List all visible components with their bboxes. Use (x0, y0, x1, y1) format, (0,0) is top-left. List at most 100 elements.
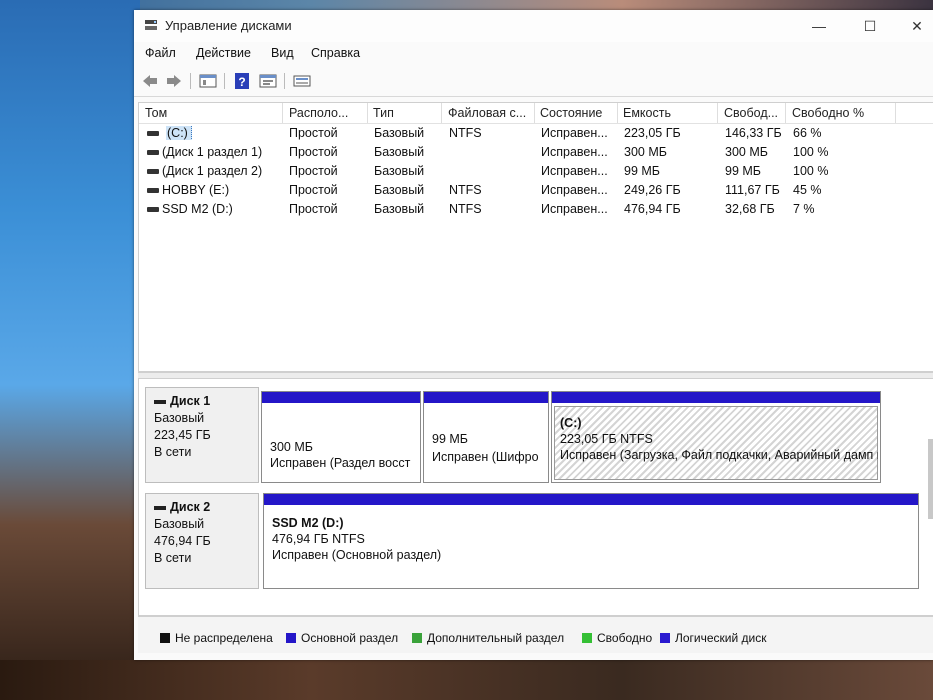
disk-1-partition-recovery[interactable]: 300 МБ Исправен (Раздел восст (261, 391, 421, 483)
close-button[interactable]: ✕ (897, 14, 933, 38)
volume-icon (147, 131, 159, 136)
percent-free-cell: 7 % (793, 202, 815, 216)
title-bar[interactable]: Управление дисками — ☐ ✕ (134, 10, 933, 42)
column-divider[interactable] (895, 103, 896, 123)
menu-view[interactable]: Вид (271, 46, 294, 60)
free-space-cell: 146,33 ГБ (725, 126, 782, 140)
legend-swatch (160, 633, 170, 643)
column-header-volume[interactable]: Том (145, 106, 281, 120)
vertical-scrollbar[interactable] (928, 439, 933, 519)
column-divider[interactable] (617, 103, 618, 123)
disk-1-partition-efi[interactable]: 99 МБ Исправен (Шифро (423, 391, 549, 483)
volume-name: (Диск 1 раздел 1) (162, 145, 263, 159)
primary-partition-bar (424, 392, 548, 403)
filesystem-cell: NTFS (449, 183, 482, 197)
legend-swatch (582, 633, 592, 643)
legend-swatch (286, 633, 296, 643)
view-list-icon[interactable] (292, 71, 312, 91)
disk-name: Диск 1 (170, 394, 211, 408)
column-header-free-space[interactable]: Свобод... (724, 106, 784, 120)
table-row[interactable]: (C:) Простой Базовый NTFS Исправен... 22… (139, 124, 933, 143)
status-cell: Исправен... (541, 202, 608, 216)
table-row[interactable]: (Диск 1 раздел 2) Простой Базовый Исправ… (139, 162, 933, 181)
type-cell: Базовый (374, 202, 425, 216)
column-header-percent-free[interactable]: Свободно % (792, 106, 892, 120)
desktop-background-bottom (0, 660, 933, 700)
capacity-cell: 223,05 ГБ (624, 126, 681, 140)
table-row[interactable]: HOBBY (E:) Простой Базовый NTFS Исправен… (139, 181, 933, 200)
legend-bar: Не распределена Основной раздел Дополнит… (138, 616, 933, 653)
column-divider[interactable] (282, 103, 283, 123)
disk-icon (154, 505, 166, 510)
partition-size: 99 МБ (432, 432, 468, 446)
maximize-button[interactable]: ☐ (850, 14, 890, 38)
volume-name: HOBBY (E:) (162, 183, 230, 197)
disk-icon (154, 399, 166, 404)
help-icon[interactable]: ? (232, 71, 252, 91)
type-cell: Базовый (374, 183, 425, 197)
minimize-button[interactable]: — (799, 14, 839, 38)
capacity-cell: 99 МБ (624, 164, 660, 178)
column-divider[interactable] (367, 103, 368, 123)
table-row[interactable]: SSD M2 (D:) Простой Базовый NTFS Исправе… (139, 200, 933, 219)
partition-status: Исправен (Шифро (432, 450, 539, 464)
disk-management-app-icon (145, 20, 157, 30)
status-cell: Исправен... (541, 183, 608, 197)
volume-name: (C:) (166, 126, 192, 140)
disk-name: Диск 2 (170, 500, 211, 514)
back-arrow-icon[interactable] (140, 71, 160, 91)
column-header-layout[interactable]: Располо... (289, 106, 365, 120)
layout-cell: Простой (289, 183, 338, 197)
volume-icon (147, 169, 159, 174)
window-title: Управление дисками (165, 18, 292, 33)
disk-2-partition-d[interactable]: SSD M2 (D:) 476,94 ГБ NTFS Исправен (Осн… (263, 493, 919, 589)
partition-label: SSD M2 (D:) (272, 516, 344, 530)
column-divider[interactable] (717, 103, 718, 123)
legend-free-space: Свободно (582, 631, 652, 645)
column-header-status[interactable]: Состояние (540, 106, 616, 120)
legend-logical-drive: Логический диск (660, 631, 767, 645)
disk-size: 223,45 ГБ (154, 428, 211, 442)
column-divider[interactable] (441, 103, 442, 123)
percent-free-cell: 100 % (793, 145, 829, 159)
disk-1-partition-c[interactable]: (C:) 223,05 ГБ NTFS Исправен (Загрузка, … (551, 391, 881, 483)
status-cell: Исправен... (541, 164, 608, 178)
column-header-filesystem[interactable]: Файловая с... (448, 106, 533, 120)
disk-status: В сети (154, 445, 192, 459)
show-hide-console-tree-icon[interactable] (198, 71, 218, 91)
toolbar: ? (134, 66, 933, 97)
partition-status: Исправен (Загрузка, Файл подкачки, Авари… (560, 448, 878, 462)
volume-name: SSD M2 (D:) (162, 202, 233, 216)
menu-action[interactable]: Действие (196, 46, 251, 60)
column-divider[interactable] (534, 103, 535, 123)
partition-label: (C:) (560, 416, 582, 430)
volume-icon (147, 207, 159, 212)
partition-status: Исправен (Раздел восст (270, 456, 411, 470)
column-header-type[interactable]: Тип (373, 106, 439, 120)
primary-partition-bar (552, 392, 880, 403)
primary-partition-bar (262, 392, 420, 403)
legend-primary-partition: Основной раздел (286, 631, 398, 645)
primary-partition-bar (264, 494, 918, 505)
status-cell: Исправен... (541, 126, 608, 140)
menu-file[interactable]: Файл (145, 46, 176, 60)
volume-icon (147, 150, 159, 155)
column-header-capacity[interactable]: Емкость (623, 106, 715, 120)
legend-swatch (412, 633, 422, 643)
free-space-cell: 32,68 ГБ (725, 202, 775, 216)
properties-icon[interactable] (258, 71, 278, 91)
column-divider[interactable] (785, 103, 786, 123)
disk-2-info[interactable]: Диск 2 Базовый 476,94 ГБ В сети (145, 493, 259, 589)
disk-size: 476,94 ГБ (154, 534, 211, 548)
legend-unallocated: Не распределена (160, 631, 273, 645)
menu-help[interactable]: Справка (311, 46, 360, 60)
volume-list: Том Располо... Тип Файловая с... Состоян… (138, 102, 933, 372)
table-row[interactable]: (Диск 1 раздел 1) Простой Базовый Исправ… (139, 143, 933, 162)
disk-management-window: Управление дисками — ☐ ✕ Файл Действие В… (134, 10, 933, 660)
type-cell: Базовый (374, 126, 425, 140)
free-space-cell: 99 МБ (725, 164, 761, 178)
disk-1-info[interactable]: Диск 1 Базовый 223,45 ГБ В сети (145, 387, 259, 483)
toolbar-separator (284, 73, 285, 89)
toolbar-separator (190, 73, 191, 89)
forward-arrow-icon[interactable] (164, 71, 184, 91)
